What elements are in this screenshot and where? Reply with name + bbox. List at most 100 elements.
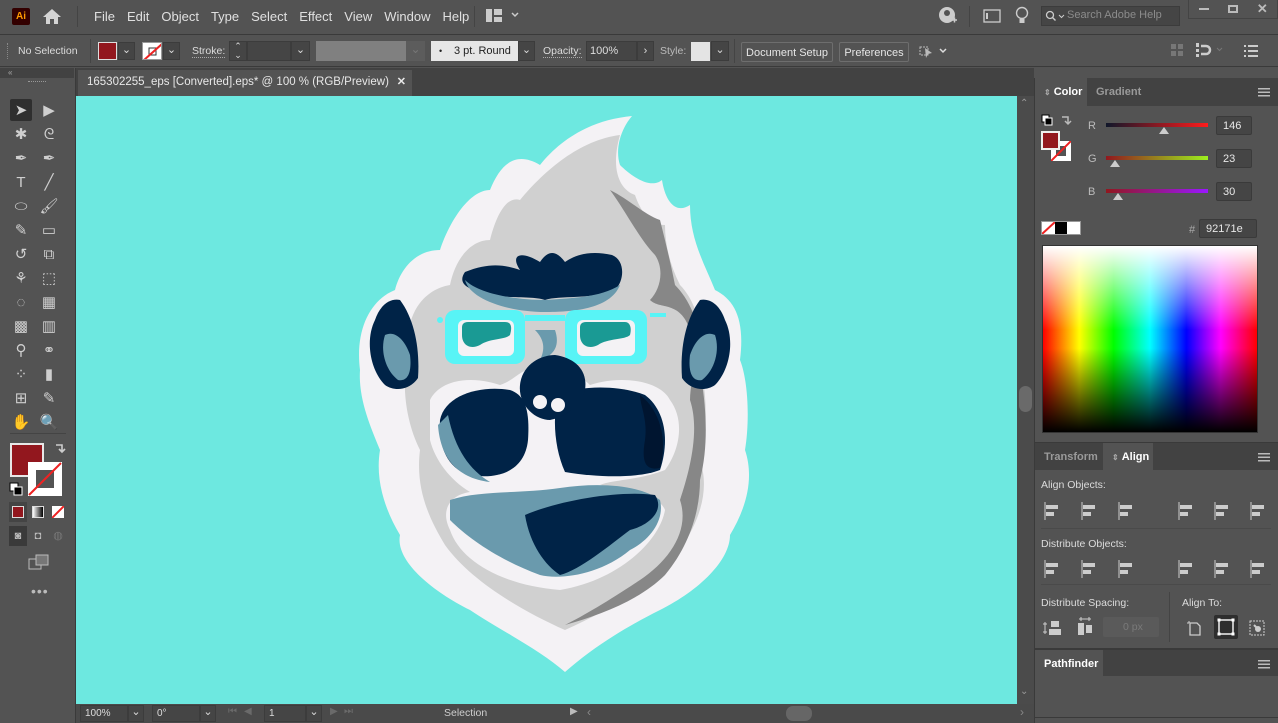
symbol-sprayer-tool[interactable]: ⁘: [10, 363, 32, 385]
align-to-key-object-icon[interactable]: [1248, 619, 1266, 637]
control-bar-menu-icon[interactable]: [1244, 45, 1258, 57]
slider-thumb-g[interactable]: [1110, 160, 1121, 167]
vertical-scrollbar[interactable]: ⌃ ⌄: [1017, 96, 1034, 704]
panel-menu-icon[interactable]: [1258, 88, 1270, 97]
pen-tool[interactable]: ✒: [10, 147, 32, 169]
swap-colors-icon[interactable]: [1060, 114, 1072, 126]
stroke-swatch[interactable]: [142, 42, 162, 60]
screen-mode-icon[interactable]: [28, 554, 50, 570]
yeti-illustration[interactable]: [76, 96, 1017, 704]
stroke-weight-stepper[interactable]: ⌃ ⌄: [229, 41, 247, 61]
ellipse-tool[interactable]: ⬭: [10, 195, 32, 217]
zoom-tool[interactable]: 🔍: [38, 411, 60, 433]
last-artboard-icon[interactable]: ⏭: [344, 706, 353, 717]
opacity-input[interactable]: 100%: [586, 41, 637, 61]
vertical-distribute-bottom-icon[interactable]: [1117, 559, 1137, 579]
artboard-number-input[interactable]: 1: [264, 705, 306, 722]
lasso-tool[interactable]: ᘓ: [38, 123, 60, 145]
variable-width-profile[interactable]: [316, 41, 406, 61]
value-g-input[interactable]: 23: [1216, 149, 1252, 168]
curvature-tool[interactable]: ✒: [38, 147, 60, 169]
vertical-distribute-top-icon[interactable]: [1043, 559, 1063, 579]
vertical-distribute-space-icon[interactable]: [1043, 619, 1063, 637]
menu-file[interactable]: File: [88, 9, 121, 24]
rotation-input[interactable]: 0°: [152, 705, 200, 722]
color-spectrum[interactable]: [1042, 245, 1258, 433]
document-setup-button[interactable]: Document Setup: [741, 42, 833, 62]
selection-tool[interactable]: ➤: [10, 99, 32, 121]
gradient-tool[interactable]: ▥: [38, 315, 60, 337]
horizontal-align-left-icon[interactable]: [1043, 501, 1063, 521]
vertical-scroll-thumb[interactable]: [1019, 386, 1032, 412]
menu-type[interactable]: Type: [205, 9, 245, 24]
draw-inside-button[interactable]: ◍: [49, 526, 67, 546]
brush-dropdown[interactable]: ⌄: [518, 41, 535, 61]
free-transform-tool[interactable]: ⬚: [38, 267, 60, 289]
workspace-switcher-icon[interactable]: [486, 9, 520, 23]
column-graph-tool[interactable]: ▮: [38, 363, 60, 385]
horizontal-distribute-center-icon[interactable]: [1213, 559, 1233, 579]
horizontal-distribute-right-icon[interactable]: [1249, 559, 1269, 579]
fill-swatch[interactable]: [98, 42, 117, 60]
scroll-left-icon[interactable]: ‹: [587, 705, 591, 719]
rotate-tool[interactable]: ↺: [10, 243, 32, 265]
eyedropper-tool[interactable]: ⚲: [10, 339, 32, 361]
shaper-tool[interactable]: ✎: [10, 219, 32, 241]
value-b-input[interactable]: 30: [1216, 182, 1252, 201]
direct-selection-tool[interactable]: ▶: [38, 99, 60, 121]
stroke-weight-input[interactable]: [247, 41, 291, 61]
mesh-tool[interactable]: ▩: [10, 315, 32, 337]
eraser-tool[interactable]: ▭: [38, 219, 60, 241]
tab-gradient[interactable]: Gradient: [1087, 78, 1145, 106]
toolbar-grip[interactable]: [28, 81, 46, 84]
grip-handle[interactable]: [7, 43, 9, 59]
none-mode-button[interactable]: [49, 502, 67, 522]
blend-tool[interactable]: ⚭: [38, 339, 60, 361]
artboard-dropdown[interactable]: ⌄: [306, 705, 322, 722]
color-fill-swatch[interactable]: [1041, 131, 1060, 150]
horizontal-scroll-thumb[interactable]: [786, 706, 812, 721]
scale-tool[interactable]: ⧉: [38, 243, 60, 265]
slider-track-g[interactable]: [1106, 156, 1208, 160]
draw-behind-button[interactable]: ◘: [29, 526, 47, 546]
type-tool[interactable]: T: [10, 171, 32, 193]
close-window-button[interactable]: ✕: [1248, 0, 1277, 18]
opacity-flyout[interactable]: ›: [637, 41, 654, 61]
horizontal-align-center-icon[interactable]: [1080, 501, 1100, 521]
align-to-artboard-icon[interactable]: [1185, 619, 1203, 637]
hand-tool[interactable]: ✋: [10, 411, 32, 433]
menu-select[interactable]: Select: [245, 9, 293, 24]
close-tab-icon[interactable]: ✕: [397, 70, 406, 94]
panel-menu-icon[interactable]: [1258, 453, 1270, 462]
previous-artboard-icon[interactable]: ◀: [244, 706, 252, 717]
arrange-documents-icon[interactable]: [983, 9, 1001, 23]
tab-color[interactable]: ⇕ Color: [1035, 78, 1087, 106]
slider-thumb-b[interactable]: [1113, 193, 1124, 200]
preferences-button[interactable]: Preferences: [839, 42, 909, 62]
horizontal-distribute-space-icon[interactable]: [1075, 617, 1095, 637]
default-fill-stroke-icon[interactable]: [9, 482, 23, 496]
black-swatch[interactable]: [1054, 222, 1068, 234]
style-dropdown[interactable]: ⌄: [711, 41, 729, 61]
draw-normal-button[interactable]: ◙: [9, 526, 27, 546]
horizontal-align-right-icon[interactable]: [1117, 501, 1137, 521]
slice-tool[interactable]: ✎: [38, 387, 60, 409]
edit-toolbar-icon[interactable]: •••: [31, 583, 49, 599]
stroke-color-box[interactable]: [28, 462, 62, 496]
white-swatch[interactable]: [1067, 222, 1081, 234]
menu-help[interactable]: Help: [436, 9, 475, 24]
menu-effect[interactable]: Effect: [293, 9, 338, 24]
default-colors-icon[interactable]: [1041, 114, 1053, 126]
learn-lightbulb-icon[interactable]: [1015, 6, 1029, 26]
stroke-weight-dropdown[interactable]: ⌄: [291, 41, 310, 61]
scroll-down-icon[interactable]: ⌄: [1020, 686, 1028, 697]
none-swatch[interactable]: [1042, 222, 1055, 234]
menu-window[interactable]: Window: [378, 9, 436, 24]
graphic-style-swatch[interactable]: [691, 42, 710, 61]
slider-thumb-r[interactable]: [1159, 127, 1170, 134]
color-mode-button[interactable]: [9, 502, 27, 522]
scroll-right-icon[interactable]: ›: [1020, 705, 1024, 719]
menu-view[interactable]: View: [338, 9, 378, 24]
horizontal-distribute-left-icon[interactable]: [1177, 559, 1197, 579]
zoom-dropdown[interactable]: ⌄: [128, 705, 144, 722]
